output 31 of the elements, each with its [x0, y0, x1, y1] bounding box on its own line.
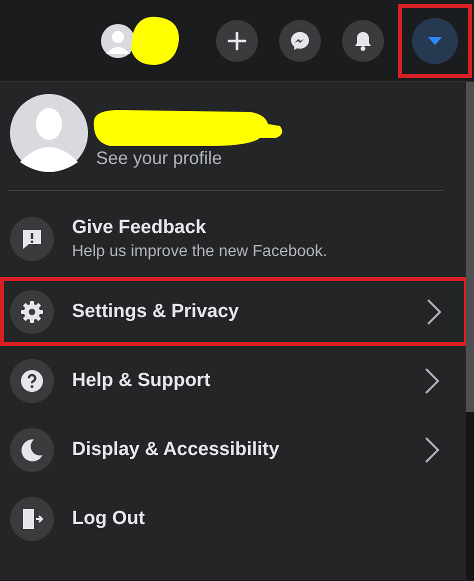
menu-item[interactable]: Help & Support: [0, 346, 466, 415]
menu-item-title: Display & Accessibility: [72, 438, 280, 460]
menu-item[interactable]: Settings & Privacy: [0, 277, 468, 346]
messenger-icon: [288, 30, 310, 52]
menu-item-subtitle: Help us improve the new Facebook.: [72, 243, 328, 261]
account-menu-button[interactable]: [412, 18, 458, 64]
chevron-icon: [426, 298, 442, 326]
feedback-icon: [10, 217, 54, 261]
caret-icon: [426, 34, 444, 46]
plus-icon: [226, 30, 246, 50]
menu-item[interactable]: Display & Accessibility: [0, 415, 466, 484]
chevron-icon: [424, 366, 440, 394]
menu-item[interactable]: Give Feedback Help us improve the new Facebook.: [0, 201, 466, 277]
menu-item-title: Settings & Privacy: [72, 300, 240, 322]
menu-item-title: Help & Support: [72, 370, 212, 392]
moon-icon: [10, 428, 54, 472]
profile-avatar[interactable]: [101, 24, 135, 58]
profile-avatar[interactable]: [10, 94, 88, 172]
chevron-icon: [424, 436, 440, 464]
menu-item[interactable]: Log Out: [0, 484, 466, 553]
scrollbar[interactable]: [466, 82, 474, 580]
help-icon: [10, 358, 54, 402]
notifications-button[interactable]: [342, 20, 384, 62]
menu-item-title: Log Out: [72, 508, 146, 530]
create-button[interactable]: [216, 20, 258, 62]
bell-icon: [352, 30, 372, 52]
see-profile-link[interactable]: See your profile: [96, 148, 285, 168]
settings-icon: [10, 290, 54, 334]
menu-item-title: Give Feedback: [72, 217, 208, 239]
logout-icon: [10, 496, 54, 540]
messenger-button[interactable]: [278, 20, 320, 62]
